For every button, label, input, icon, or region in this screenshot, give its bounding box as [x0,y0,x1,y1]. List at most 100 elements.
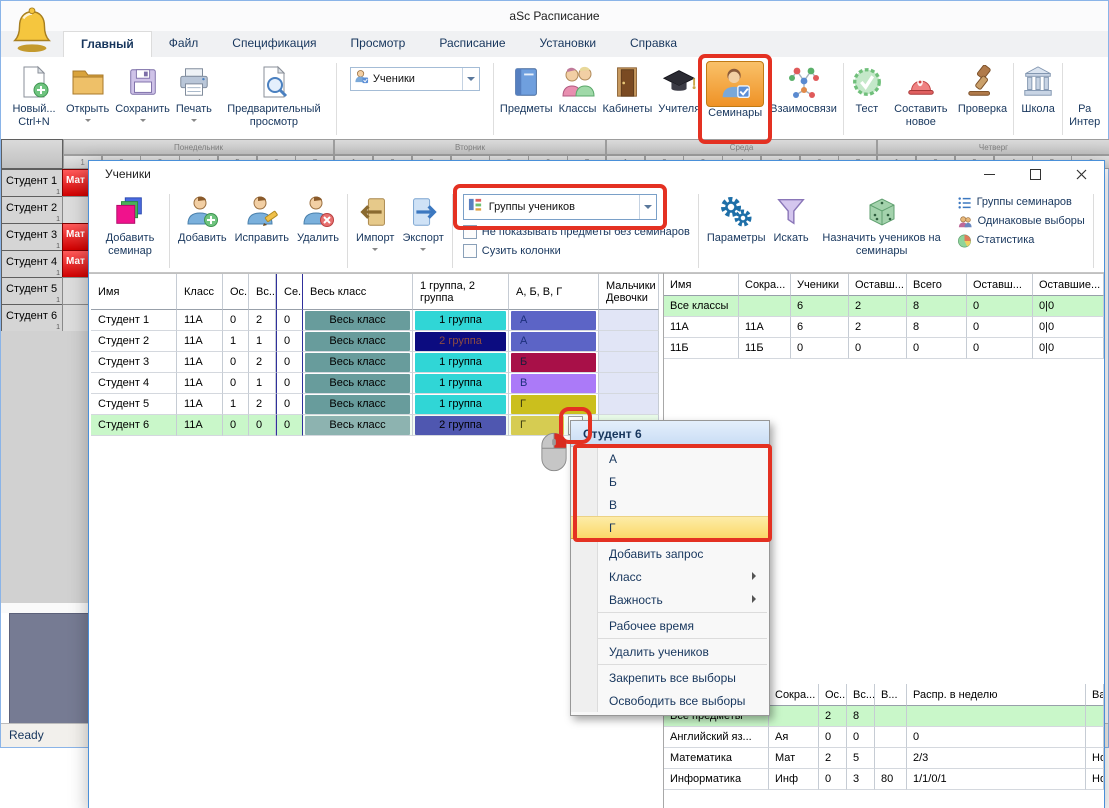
ribbon-button-relations[interactable]: Взаимосвязи [767,59,840,139]
menu-item-А[interactable]: А [571,447,769,470]
export-button[interactable]: Экспорт [398,190,447,272]
narrow-columns-checkbox[interactable] [463,244,477,258]
cell-name[interactable]: Студент 2 [91,331,177,352]
dialog-titlebar[interactable]: Ученики [89,161,1104,187]
cell-vs[interactable]: 1 [249,331,276,352]
column-header[interactable]: Распр. в неделю [907,684,1086,706]
column-header[interactable]: Мальчики Девочки [599,274,659,310]
ribbon-button-open[interactable]: Открыть [63,59,112,139]
menu-item-Г[interactable]: Г [571,516,769,539]
column-header[interactable]: Ос... [819,684,847,706]
cell-vs[interactable]: 2 [249,352,276,373]
column-header[interactable]: Имя [91,274,177,310]
choice-cell[interactable]: В [511,374,596,393]
cell-class[interactable]: 11А [177,310,223,331]
ribbon-button-subjects[interactable]: Предметы [497,59,556,139]
ribbon-button-print[interactable]: Печать [173,59,215,139]
cell-se[interactable]: 0 [276,310,303,331]
choice-cell[interactable]: Весь класс [305,311,410,330]
choice-cell[interactable]: Весь класс [305,416,410,435]
cell-vs[interactable]: 2 [249,310,276,331]
column-header[interactable]: 1 группа, 2 группа [413,274,509,310]
seminar-groups-button[interactable]: Группы семинаров [957,196,1085,210]
column-header[interactable]: А, Б, В, Г [509,274,599,310]
table-row[interactable]: 11А11А62800|0 [664,317,1104,338]
tab-Спецификация[interactable]: Спецификация [215,31,333,57]
delete-student-button[interactable]: Удалить [293,190,343,272]
timetable-student-row[interactable]: Студент 61 [1,304,63,332]
menu-item-Закрепить все выборы[interactable]: Закрепить все выборы [571,666,769,689]
column-header[interactable]: Оставш... [967,274,1033,296]
menu-item-Рабочее время[interactable]: Рабочее время [571,614,769,637]
cell-vs[interactable]: 1 [249,373,276,394]
student-groups-combo[interactable]: Группы учеников [463,194,657,220]
cell-os[interactable]: 0 [223,373,249,394]
cell-class[interactable]: 11А [177,415,223,436]
cell-vs[interactable]: 0 [249,415,276,436]
column-header[interactable]: Весь класс [303,274,413,310]
menu-item-В[interactable]: В [571,493,769,516]
search-button[interactable]: Искать [769,190,812,272]
cell-name[interactable]: Студент 6 [91,415,177,436]
menu-item-Класс[interactable]: Класс [571,565,769,588]
timetable-student-row[interactable]: Студент 51 [1,277,63,305]
column-header[interactable]: Ва [1086,684,1104,706]
ribbon-button-teachers[interactable]: Учителя [655,59,703,139]
cell-boys-girls[interactable] [599,331,659,352]
cell-se[interactable]: 0 [276,373,303,394]
choice-cell[interactable]: Весь класс [305,353,410,372]
column-header[interactable]: Имя [664,274,739,296]
choice-cell[interactable]: Г [511,395,596,414]
table-row[interactable]: 11Б11Б00000|0 [664,338,1104,359]
column-header[interactable]: Сокра... [739,274,791,296]
cell-os[interactable]: 0 [223,310,249,331]
menu-item-Б[interactable]: Б [571,470,769,493]
ribbon-button-check[interactable]: Проверка [955,59,1010,139]
timetable-student-row[interactable]: Студент 11 [1,169,63,197]
close-button[interactable] [1058,161,1104,187]
ribbon-button-school[interactable]: Школа [1017,59,1059,139]
tab-Главный[interactable]: Главный [63,31,152,57]
cell-se[interactable]: 0 [276,331,303,352]
cell-se[interactable]: 0 [276,352,303,373]
cell-class[interactable]: 11А [177,331,223,352]
ribbon-button-new[interactable]: Новый... Ctrl+N [5,59,63,139]
combo-dropdown-button[interactable] [462,68,479,90]
cell-name[interactable]: Студент 4 [91,373,177,394]
timetable-student-row[interactable]: Студент 41 [1,250,63,278]
column-header[interactable]: Се... [276,274,303,310]
parameters-button[interactable]: Параметры [703,190,770,272]
cell-boys-girls[interactable] [599,394,659,415]
tab-Справка[interactable]: Справка [613,31,694,57]
ribbon-button-cut[interactable]: Ра Интер [1066,59,1103,139]
combo-dropdown-button[interactable] [639,195,656,219]
cell-boys-girls[interactable] [599,373,659,394]
column-header[interactable]: Класс [177,274,223,310]
cell-name[interactable]: Студент 1 [91,310,177,331]
tab-Расписание[interactable]: Расписание [422,31,522,57]
column-header[interactable]: Вс... [249,274,276,310]
cell-class[interactable]: 11А [177,352,223,373]
column-header[interactable]: Ученики [791,274,849,296]
choice-cell[interactable]: 1 группа [415,311,506,330]
choice-cell[interactable]: 2 группа [415,416,506,435]
menu-item-Важность[interactable]: Важность [571,588,769,611]
cell-os[interactable]: 0 [223,415,249,436]
tab-Просмотр[interactable]: Просмотр [334,31,423,57]
choice-cell[interactable]: 1 группа [415,353,506,372]
choice-cell[interactable]: А [511,311,596,330]
assign-students-button[interactable]: Назначить учеников на семинары [813,190,951,272]
maximize-button[interactable] [1012,161,1058,187]
cell-se[interactable]: 0 [276,415,303,436]
column-header[interactable]: Сокра... [769,684,819,706]
table-row[interactable]: ИнформатикаИнф03801/1/0/1Но [664,769,1104,790]
column-header[interactable]: Оставшие... [1033,274,1104,296]
column-header[interactable]: Вс... [847,684,875,706]
ribbon-button-preview[interactable]: Предварительный просмотр [215,59,333,139]
ribbon-button-classes[interactable]: Классы [556,59,600,139]
add-student-button[interactable]: Добавить [174,190,231,272]
cell-name[interactable]: Студент 5 [91,394,177,415]
menu-item-Добавить запрос[interactable]: Добавить запрос [571,542,769,565]
column-header[interactable]: В... [875,684,907,706]
tab-Установки[interactable]: Установки [523,31,613,57]
